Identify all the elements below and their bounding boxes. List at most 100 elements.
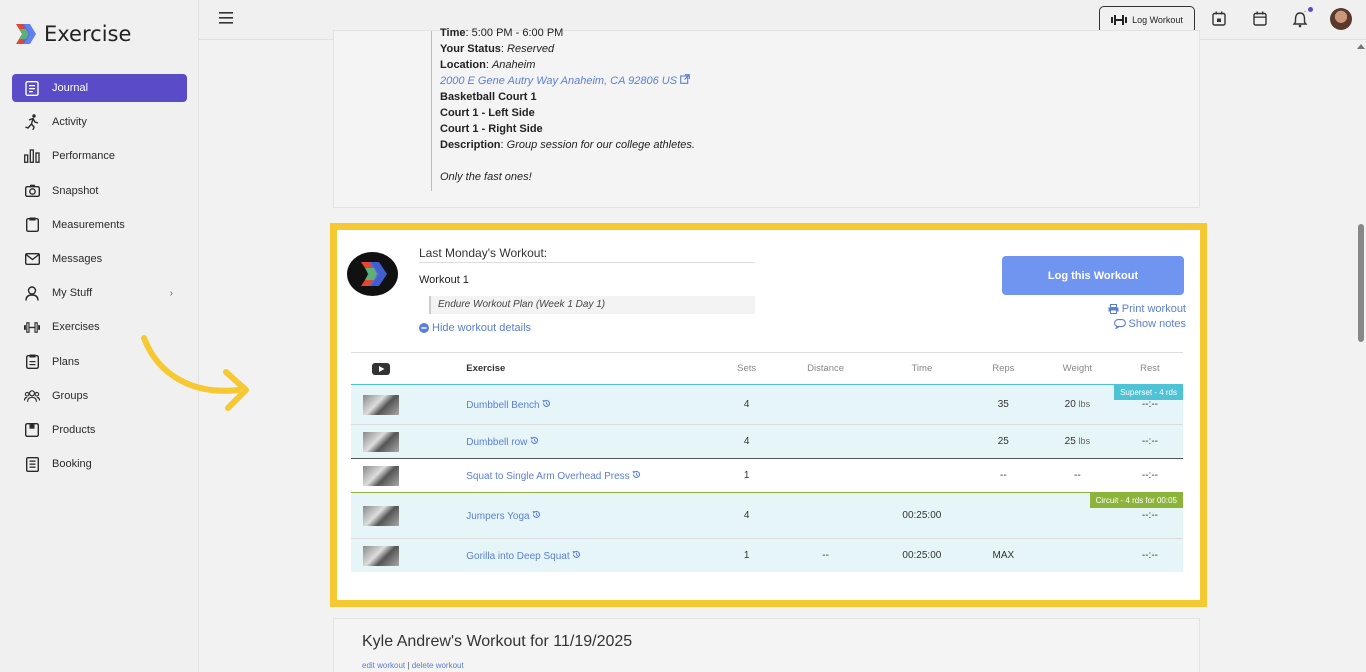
exercise-thumbnail-cell — [351, 431, 410, 452]
col-rest: Rest — [1140, 363, 1160, 374]
exercise-link[interactable]: Dumbbell row — [466, 437, 527, 448]
time-cell: 00:25:00 — [902, 510, 942, 521]
sets-cell: 1 — [743, 550, 750, 561]
weight-cell: -- — [1038, 470, 1117, 481]
workout-actions: edit workout | delete workout — [362, 661, 464, 670]
exercise-link[interactable]: Squat to Single Arm Overhead Press — [466, 471, 629, 482]
sidebar-item-activity[interactable]: Activity — [12, 108, 187, 136]
time-label: Time — [440, 27, 466, 39]
exercise-thumbnail[interactable] — [362, 465, 399, 486]
reps-cell: 25 — [997, 436, 1009, 447]
scrollbar[interactable] — [1356, 40, 1366, 672]
sidebar-item-label: Performance — [52, 150, 115, 163]
sets-cell: 4 — [743, 510, 750, 521]
event-details: Time: 5:00 PM - 6:00 PM Your Status: Res… — [431, 27, 1187, 191]
printer-icon — [1108, 304, 1119, 314]
reps-cell: -- — [999, 470, 1007, 481]
exercise-thumbnail[interactable] — [362, 505, 399, 526]
sidebar-item-snapshot[interactable]: Snapshot — [12, 177, 187, 205]
exercise-thumbnail-cell — [351, 545, 410, 566]
dumbbell-icon — [1111, 15, 1128, 25]
exercise-thumbnail-cell — [351, 505, 410, 526]
chevron-right-icon: › — [169, 287, 173, 299]
print-workout-link[interactable]: Print workout — [1108, 303, 1186, 315]
exercise-link[interactable]: Jumpers Yoga — [466, 511, 529, 522]
sidebar-item-label: Plans — [52, 355, 80, 368]
time-value: 5:00 PM - 6:00 PM — [471, 27, 564, 39]
description-label: Description — [440, 139, 501, 151]
history-icon[interactable] — [542, 399, 551, 408]
print-label: Print workout — [1121, 303, 1186, 315]
weight-value: 20 — [1064, 399, 1076, 410]
sidebar-item-journal[interactable]: Journal — [12, 74, 187, 102]
weight-cell: 20 lbs — [1038, 399, 1117, 410]
col-weight: Weight — [1062, 363, 1093, 374]
sidebar-item-messages[interactable]: Messages — [12, 245, 187, 273]
app-logo[interactable]: Exercise — [14, 22, 131, 46]
address-link[interactable]: 2000 E Gene Autry Way Anaheim, CA 92806 … — [440, 75, 677, 87]
scroll-up-icon[interactable] — [1356, 44, 1366, 50]
avatar[interactable] — [1330, 8, 1352, 30]
exercise-thumbnail[interactable] — [362, 394, 399, 415]
location-value: Anaheim — [491, 59, 536, 71]
history-icon[interactable] — [632, 470, 641, 479]
box-icon — [24, 422, 40, 438]
sidebar-item-label: Snapshot — [52, 184, 99, 197]
workout-card-highlight: Last Monday's Workout: Workout 1 Endure … — [330, 223, 1207, 607]
hamburger-menu-icon[interactable] — [219, 12, 233, 24]
weight-unit: lbs — [1078, 436, 1091, 446]
hide-details-link[interactable]: Hide workout details — [419, 322, 531, 334]
sidebar-nav: Journal Activity Performance Snapshot Measur… — [12, 74, 187, 484]
sidebar-item-my-stuff[interactable]: My Stuff › — [12, 279, 187, 307]
time-cell: 00:25:00 — [902, 550, 942, 561]
calendar-day-icon[interactable] — [1212, 11, 1226, 26]
sidebar-item-label: Groups — [52, 389, 89, 402]
rest-cell: --:-- — [1141, 510, 1158, 521]
book-icon — [24, 456, 40, 472]
youtube-icon[interactable] — [371, 362, 390, 375]
video-column-header — [351, 362, 410, 375]
exercise-logo-icon — [361, 262, 387, 286]
rest-cell: --:-- — [1141, 399, 1158, 410]
sidebar-item-booking[interactable]: Booking — [12, 450, 187, 478]
minus-circle-icon — [419, 323, 429, 333]
exercise-link[interactable]: Dumbbell Bench — [466, 400, 539, 411]
location-label: Location — [440, 59, 486, 71]
sidebar-item-label: Messages — [52, 252, 103, 265]
show-notes-link[interactable]: Show notes — [1113, 318, 1186, 330]
next-workout-card: Kyle Andrew's Workout for 11/19/2025 edi… — [333, 618, 1200, 672]
bell-icon[interactable] — [1292, 11, 1308, 28]
log-this-workout-button[interactable]: Log this Workout — [1002, 256, 1184, 295]
history-icon[interactable] — [530, 436, 539, 445]
history-icon[interactable] — [572, 550, 581, 559]
scroll-thumb[interactable] — [1358, 224, 1364, 342]
hide-details-label: Hide workout details — [432, 322, 532, 334]
calendar-icon[interactable] — [1253, 11, 1267, 26]
edit-workout-link[interactable]: edit workout — [362, 661, 405, 670]
app-name: Exercise — [44, 22, 132, 46]
status-value: Reserved — [507, 43, 555, 55]
col-time: Time — [911, 363, 933, 374]
external-link-icon[interactable] — [680, 74, 690, 84]
sets-cell: 4 — [743, 436, 750, 447]
comment-icon — [1113, 319, 1126, 329]
table-row: Gorilla into Deep Squat 1 -- 00:25:00 MAX -… — [351, 538, 1183, 572]
log-workout-label: Log Workout — [1132, 15, 1183, 25]
exercise-thumbnail[interactable] — [362, 545, 399, 566]
sidebar-item-products[interactable]: Products — [12, 416, 187, 444]
sidebar-item-performance[interactable]: Performance — [12, 142, 187, 170]
sidebar-item-label: Activity — [52, 116, 87, 129]
user-icon — [24, 285, 40, 301]
history-icon[interactable] — [532, 510, 541, 519]
weight-value: -- — [1074, 470, 1081, 481]
exercise-link[interactable]: Gorilla into Deep Squat — [466, 551, 569, 562]
curved-arrow-icon — [141, 335, 249, 411]
sidebar-item-measurements[interactable]: Measurements — [12, 211, 187, 239]
weight-cell: 25 lbs — [1038, 436, 1117, 447]
rest-cell: --:-- — [1141, 436, 1158, 447]
next-workout-title: Kyle Andrew's Workout for 11/19/2025 — [362, 633, 633, 650]
exercise-thumbnail[interactable] — [362, 431, 399, 452]
clipboard-list-icon — [24, 354, 40, 370]
delete-workout-link[interactable]: delete workout — [412, 661, 464, 670]
col-sets: Sets — [737, 363, 757, 374]
